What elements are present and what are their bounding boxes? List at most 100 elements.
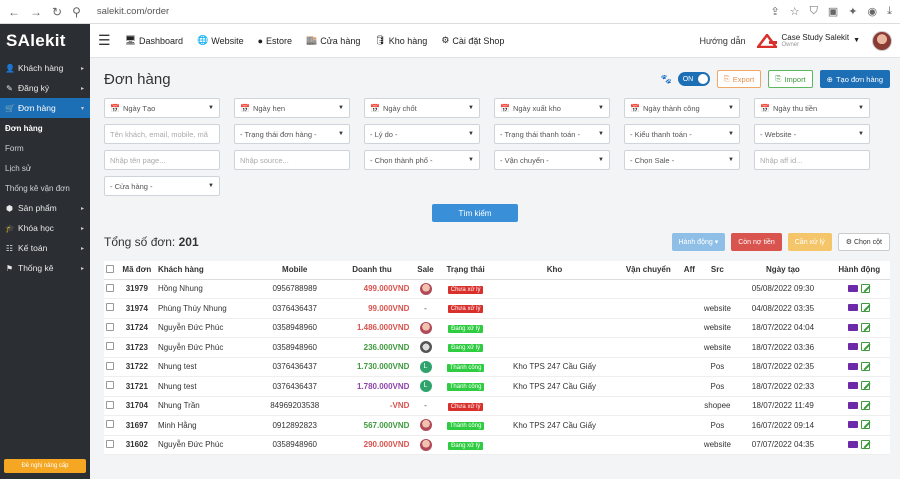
row-checkbox[interactable] <box>105 420 114 429</box>
order-id[interactable]: 31724 <box>115 318 158 338</box>
order-id[interactable]: 31974 <box>115 298 158 319</box>
table-row[interactable]: 31721 Nhung test 0376436437 1.780.000VND L Th… <box>104 376 890 397</box>
select-filter[interactable]: - Chọn Sale - ▼ <box>624 150 740 170</box>
back-icon[interactable]: ← <box>8 5 20 19</box>
customer-name[interactable]: Nhung Trần <box>157 396 259 416</box>
date-filter[interactable]: 📅 Ngày xuất kho ▼ <box>494 98 610 118</box>
select-filter[interactable]: - Trạng thái thanh toán - ▼ <box>494 124 610 144</box>
select-filter[interactable]: - Trạng thái đơn hàng - ▼ <box>234 124 350 144</box>
email-icon[interactable] <box>848 440 859 448</box>
download-icon[interactable]: ⤓ <box>887 5 892 18</box>
column-header[interactable]: Khách hàng <box>157 261 259 280</box>
create-order-button[interactable]: ⊕ Tạo đơn hàng <box>819 70 890 88</box>
export-button[interactable]: ⎘ Export <box>716 70 762 88</box>
table-row[interactable]: 31979 Hồng Nhung 0956788989 499.000VND Chưa … <box>104 279 890 299</box>
table-row[interactable]: 31602 Nguyễn Đức Phúc 0358948960 290.000VND… <box>104 435 890 455</box>
column-header[interactable]: Mã đơn <box>115 261 158 280</box>
sidebar-subitem-2[interactable]: Lịch sử <box>0 158 90 178</box>
topnav-item-2[interactable]: ● Estore <box>258 35 292 46</box>
column-header[interactable]: Doanh thu <box>330 261 414 280</box>
row-checkbox[interactable] <box>105 322 114 331</box>
sidebar-item-2[interactable]: 🛒 Đơn hàng ▾ <box>0 98 90 118</box>
topnav-item-0[interactable]: 🖥 Dashboard <box>125 35 183 46</box>
customer-name[interactable]: Nguyễn Đức Phúc <box>157 337 259 358</box>
date-filter[interactable]: 📅 Ngày thu tiền ▼ <box>754 98 870 118</box>
edit-icon[interactable] <box>861 400 871 410</box>
sidebar-item-6[interactable]: ⚑ Thống kê ▸ <box>0 258 90 278</box>
email-icon[interactable] <box>848 362 859 370</box>
guide-link[interactable]: Hướng dẫn <box>700 36 746 46</box>
reload-icon[interactable]: ↻ <box>52 5 62 19</box>
table-row[interactable]: 31724 Nguyễn Đức Phúc 0358948960 1.486.000V… <box>104 318 890 338</box>
select-filter[interactable]: - Vận chuyển - ▼ <box>494 150 610 170</box>
email-icon[interactable] <box>848 323 859 331</box>
bulk-action-button[interactable]: Hành động ▾ <box>671 233 726 251</box>
customer-name[interactable]: Hồng Nhung <box>157 279 259 299</box>
star-icon[interactable]: ☆ <box>790 5 800 18</box>
column-header[interactable]: Src <box>697 261 738 280</box>
row-checkbox[interactable] <box>105 303 114 312</box>
email-icon[interactable] <box>848 343 859 351</box>
column-header[interactable]: Ngày tạo <box>737 261 829 280</box>
order-id[interactable]: 31722 <box>115 357 158 377</box>
order-id[interactable]: 31704 <box>115 396 158 416</box>
email-icon[interactable] <box>848 401 859 409</box>
user-avatar[interactable] <box>872 30 892 51</box>
customer-name[interactable]: Nhung test <box>157 357 259 377</box>
customer-name[interactable]: Nhung test <box>157 376 259 397</box>
edit-icon[interactable] <box>861 303 871 313</box>
order-id[interactable]: 31723 <box>115 337 158 358</box>
upgrade-button[interactable]: Đề nghị nâng cấp <box>4 459 86 473</box>
column-header[interactable]: Mobile <box>258 261 331 280</box>
select-all-checkbox[interactable] <box>105 264 114 273</box>
edit-icon[interactable] <box>861 342 871 352</box>
column-header[interactable]: Aff <box>681 261 698 280</box>
table-row[interactable]: 31704 Nhung Trần 84969203538 -VND - Chưa xử l… <box>104 396 890 416</box>
email-icon[interactable] <box>848 421 859 429</box>
edit-icon[interactable] <box>861 322 871 332</box>
shield-icon[interactable]: ⛉ <box>810 5 818 18</box>
order-id[interactable]: 31697 <box>115 415 158 436</box>
mode-toggle[interactable]: ON <box>677 72 710 86</box>
select-filter[interactable]: - Kiểu thanh toán - ▼ <box>624 124 740 144</box>
logo[interactable]: SAlekit <box>0 24 90 58</box>
edit-icon[interactable] <box>861 381 871 391</box>
column-header[interactable]: Vận chuyển <box>615 261 682 280</box>
sidebar-item-1[interactable]: ✎ Đăng ký ▸ <box>0 78 90 98</box>
text-filter[interactable]: Nhập aff id... <box>754 150 870 170</box>
company-switcher[interactable]: Case Study Salekit Owner ▼ <box>757 33 860 48</box>
email-icon[interactable] <box>848 382 859 390</box>
edit-icon[interactable] <box>861 420 871 430</box>
sidebar-subitem-3[interactable]: Thống kê vận đơn <box>0 178 90 198</box>
topnav-item-1[interactable]: 🌐 Website <box>197 35 244 46</box>
table-row[interactable]: 31697 Minh Hằng 0912892823 567.000VND Thành … <box>104 415 890 436</box>
column-header[interactable]: Trạng thái <box>437 261 494 280</box>
select-filter[interactable]: - Lý do - ▼ <box>364 124 480 144</box>
debt-filter-button[interactable]: Còn nợ tiền <box>731 233 782 251</box>
order-id[interactable]: 31721 <box>115 376 158 397</box>
date-filter[interactable]: 📅 Ngày thành công ▼ <box>624 98 740 118</box>
select-filter[interactable]: - Cửa hàng - ▼ <box>104 176 220 196</box>
column-header[interactable]: Kho <box>493 261 616 280</box>
share-icon[interactable]: ⇪ <box>771 5 780 18</box>
topnav-item-4[interactable]: 🛢 Kho hàng <box>374 35 427 46</box>
date-filter[interactable]: 📅 Ngày hẹn ▼ <box>234 98 350 118</box>
edit-icon[interactable] <box>861 361 871 371</box>
date-filter[interactable]: 📅 Ngày Tạo ▼ <box>104 98 220 118</box>
row-checkbox[interactable] <box>105 361 114 370</box>
edit-icon[interactable] <box>861 283 871 293</box>
customer-name[interactable]: Minh Hằng <box>157 415 259 436</box>
table-row[interactable]: 31723 Nguyễn Đức Phúc 0358948960 236.000VND… <box>104 337 890 358</box>
order-id[interactable]: 31979 <box>115 279 158 299</box>
menu-icon[interactable]: ☰ <box>98 32 111 49</box>
column-header[interactable]: Sale <box>413 261 438 280</box>
puzzle-icon[interactable]: ✦ <box>848 5 857 18</box>
sidebar-item-5[interactable]: ☷ Kế toán ▸ <box>0 238 90 258</box>
row-checkbox[interactable] <box>105 342 114 351</box>
download-ext-icon[interactable]: ▣ <box>828 5 838 18</box>
text-filter[interactable]: Nhập tên page... <box>104 150 220 170</box>
choose-columns-button[interactable]: ⚙ Chọn cột <box>837 233 890 251</box>
date-filter[interactable]: 📅 Ngày chốt ▼ <box>364 98 480 118</box>
sidebar-item-0[interactable]: 👤 Khách hàng ▸ <box>0 58 90 78</box>
table-row[interactable]: 31722 Nhung test 0376436437 1.730.000VND L Th… <box>104 357 890 377</box>
